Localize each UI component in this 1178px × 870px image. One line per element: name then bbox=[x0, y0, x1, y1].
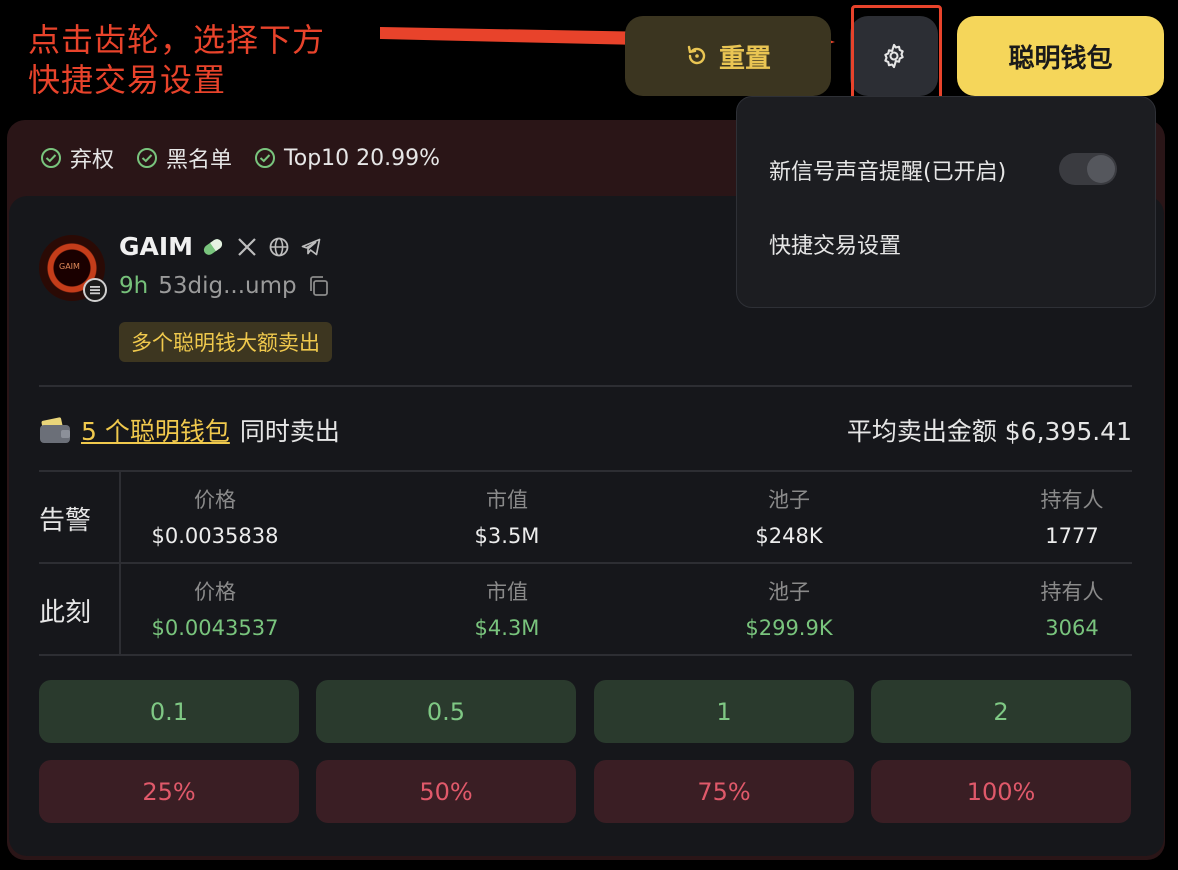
stat-header: 持有人 bbox=[1040, 580, 1104, 604]
quick-sell-button[interactable]: 25% bbox=[39, 760, 299, 823]
menu-item-sound-alert[interactable]: 新信号声音提醒(已开启) bbox=[769, 154, 1006, 186]
stat-header: 池子 bbox=[768, 580, 810, 604]
stat-value: $299.9K bbox=[745, 616, 833, 640]
reset-button[interactable]: 重置 bbox=[625, 16, 831, 96]
risk-checks: 弃权 黑名单 Top10 20.99% bbox=[40, 142, 440, 174]
check-label: Top10 20.99% bbox=[284, 145, 441, 171]
reset-icon bbox=[687, 45, 706, 65]
now-price: 价格 $0.0043537 bbox=[105, 576, 325, 640]
wallet-icon bbox=[40, 417, 70, 443]
token-name: GAIM bbox=[119, 232, 194, 261]
settings-gear-button[interactable] bbox=[850, 16, 938, 96]
token-age: 9h bbox=[119, 273, 149, 299]
stat-value: $3.5M bbox=[474, 524, 540, 548]
quick-buy-button[interactable]: 1 bbox=[594, 680, 854, 743]
summary-action: 同时卖出 bbox=[239, 417, 340, 446]
signal-tag: 多个聪明钱大额卖出 bbox=[119, 322, 332, 362]
alert-price: 价格 $0.0035838 bbox=[105, 484, 325, 548]
divider bbox=[39, 470, 1132, 472]
alert-pool: 池子 $248K bbox=[679, 484, 899, 548]
telegram-icon[interactable] bbox=[300, 236, 322, 258]
check-circle-icon bbox=[41, 148, 61, 168]
stat-header: 池子 bbox=[768, 488, 810, 512]
smart-wallet-button[interactable]: 聪明钱包 bbox=[957, 16, 1164, 96]
stat-value: $0.0035838 bbox=[151, 524, 279, 548]
reset-button-label: 重置 bbox=[718, 43, 771, 74]
globe-icon[interactable] bbox=[268, 236, 290, 258]
stat-value: 1777 bbox=[1045, 524, 1099, 548]
stat-value: $4.3M bbox=[474, 616, 540, 640]
check-circle-icon bbox=[255, 148, 276, 168]
divider bbox=[39, 562, 1132, 564]
annotation-line-1: 点击齿轮，选择下方 bbox=[28, 21, 326, 59]
check-top10: Top10 20.99% bbox=[254, 142, 440, 174]
pill-icon[interactable] bbox=[200, 237, 226, 257]
token-links bbox=[200, 236, 322, 258]
stat-header: 市值 bbox=[486, 580, 528, 604]
divider bbox=[39, 385, 1132, 387]
x-twitter-icon[interactable] bbox=[236, 236, 258, 258]
stat-header: 市值 bbox=[486, 488, 528, 512]
chain-badge-icon bbox=[83, 278, 107, 302]
stat-value: 3064 bbox=[1045, 616, 1099, 640]
settings-dropdown-menu: 新信号声音提醒(已开启) 快捷交易设置 bbox=[736, 96, 1156, 308]
toggle-knob bbox=[1087, 155, 1115, 183]
check-label: 黑名单 bbox=[166, 148, 233, 173]
stat-value: $248K bbox=[755, 524, 823, 548]
divider bbox=[39, 654, 1132, 656]
quick-sell-button[interactable]: 100% bbox=[871, 760, 1131, 823]
check-blacklist: 黑名单 bbox=[136, 142, 232, 174]
now-holders: 持有人 3064 bbox=[962, 576, 1178, 640]
quick-buy-button[interactable]: 2 bbox=[871, 680, 1131, 743]
stat-header: 持有人 bbox=[1040, 488, 1104, 512]
now-pool: 池子 $299.9K bbox=[679, 576, 899, 640]
check-label: 弃权 bbox=[70, 148, 115, 173]
alert-holders: 持有人 1777 bbox=[962, 484, 1178, 548]
smart-wallet-count-link[interactable]: 5 个聪明钱包 bbox=[81, 412, 230, 448]
quick-sell-button[interactable]: 75% bbox=[594, 760, 854, 823]
sound-alert-toggle[interactable] bbox=[1059, 153, 1117, 185]
annotation-line-2: 快捷交易设置 bbox=[28, 61, 227, 99]
stat-header: 价格 bbox=[194, 580, 236, 604]
quick-buy-button[interactable]: 0.1 bbox=[39, 680, 299, 743]
token-meta: 9h 53dig...ump bbox=[119, 273, 331, 299]
token-address: 53dig...ump bbox=[158, 273, 297, 299]
check-renounced: 弃权 bbox=[40, 142, 114, 174]
alert-market-cap: 市值 $3.5M bbox=[397, 484, 617, 548]
smart-wallet-button-label: 聪明钱包 bbox=[1008, 43, 1113, 74]
stat-header: 价格 bbox=[194, 488, 236, 512]
menu-item-quick-trade-settings[interactable]: 快捷交易设置 bbox=[769, 228, 901, 260]
stat-value: $0.0043537 bbox=[151, 616, 279, 640]
annotation-text: 点击齿轮，选择下方 快捷交易设置 bbox=[28, 20, 325, 100]
check-circle-icon bbox=[137, 148, 158, 168]
smart-wallet-summary: 5 个聪明钱包 同时卖出 平均卖出金额 $6,395.41 bbox=[39, 410, 1132, 450]
quick-buy-button[interactable]: 0.5 bbox=[316, 680, 576, 743]
gear-icon bbox=[884, 43, 904, 69]
now-market-cap: 市值 $4.3M bbox=[397, 576, 617, 640]
average-sell-amount: 平均卖出金额 $6,395.41 bbox=[846, 417, 1132, 446]
avatar-logo-text: GAIM bbox=[59, 262, 80, 271]
quick-sell-button[interactable]: 50% bbox=[316, 760, 576, 823]
copy-icon[interactable] bbox=[307, 274, 331, 298]
